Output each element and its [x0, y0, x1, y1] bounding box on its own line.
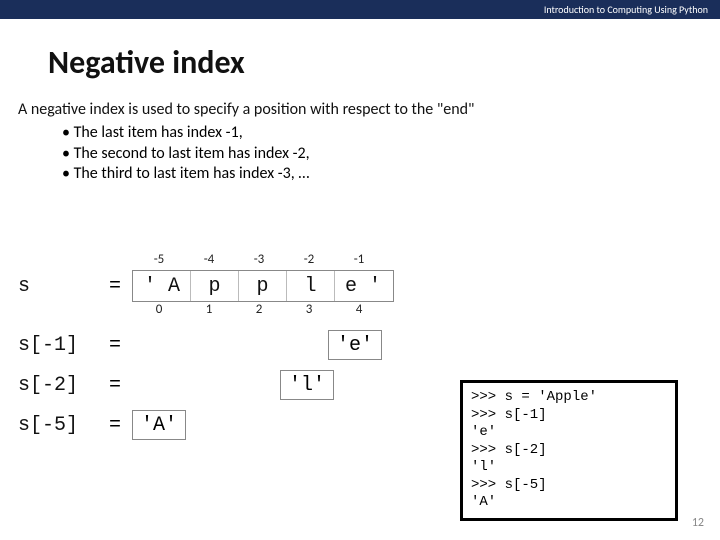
index-label: 1 [198, 302, 220, 320]
index-label: -5 [148, 252, 170, 270]
index-label: 4 [348, 302, 370, 320]
equals-sign: = [98, 414, 132, 437]
char-cell: p [239, 271, 287, 301]
index-label: -2 [298, 252, 320, 270]
variable-s: s [18, 275, 98, 298]
result-row: s[-5]='A' [18, 410, 448, 440]
bullet-item: The last item has index -1, [62, 123, 720, 144]
index-label: 3 [298, 302, 320, 320]
result-value: 'l' [280, 370, 334, 400]
result-value: 'A' [132, 410, 186, 440]
index-label: -4 [198, 252, 220, 270]
equals-sign: = [98, 334, 132, 357]
equals-sign: = [98, 374, 132, 397]
char-cell: e ' [335, 271, 393, 301]
expr-lhs: s[-2] [18, 374, 98, 397]
result-row: s[-1]= 'e' [18, 330, 448, 360]
negative-index-row: -5 -4 -3 -2 -1 [148, 252, 370, 270]
char-cell: ' A [133, 271, 191, 301]
course-header: Introduction to Computing Using Python [0, 0, 720, 19]
index-diagram: -5 -4 -3 -2 -1 s = ' A p p l e ' 0 1 2 3… [18, 252, 448, 440]
index-label: 2 [248, 302, 270, 320]
bullet-item: The third to last item has index -3, … [62, 164, 720, 185]
page-number: 12 [692, 516, 704, 530]
expr-lhs: s[-5] [18, 414, 98, 437]
result-row: s[-2]= 'l' [18, 370, 448, 400]
char-cell: l [287, 271, 335, 301]
string-cells: ' A p p l e ' [132, 270, 394, 302]
bullet-list: The last item has index -1, The second t… [62, 123, 720, 185]
index-label: -1 [348, 252, 370, 270]
slide-title: Negative index [48, 43, 720, 82]
char-cell: p [191, 271, 239, 301]
intro-text: A negative index is used to specify a po… [18, 100, 700, 121]
bullet-item: The second to last item has index -2, [62, 144, 720, 165]
equals-sign: = [98, 275, 132, 298]
result-value: 'e' [328, 330, 382, 360]
python-console: >>> s = 'Apple' >>> s[-1] 'e' >>> s[-2] … [460, 380, 678, 521]
index-label: 0 [148, 302, 170, 320]
expr-lhs: s[-1] [18, 334, 98, 357]
course-name: Introduction to Computing Using Python [544, 3, 708, 16]
index-label: -3 [248, 252, 270, 270]
positive-index-row: 0 1 2 3 4 [148, 302, 370, 320]
